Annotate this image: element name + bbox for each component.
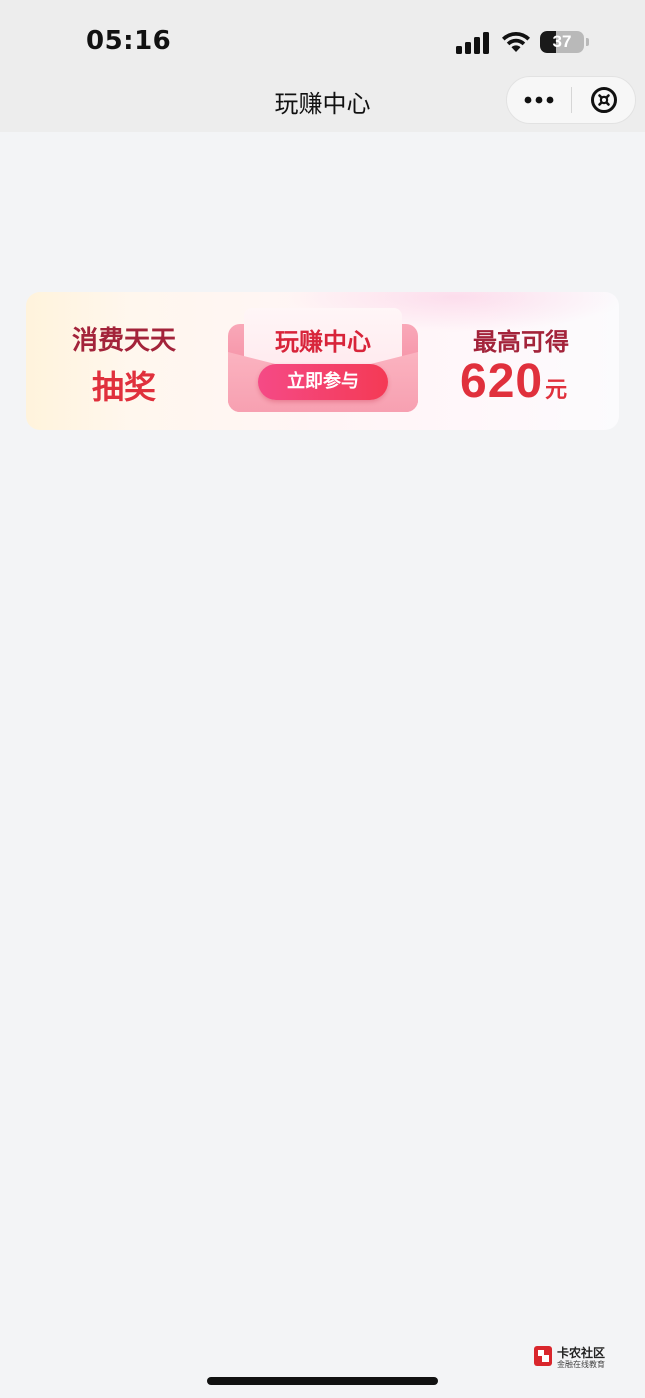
promo-banner[interactable]: 消费天天 抽奖 玩赚中心 立即参与 最高可得 620元	[26, 292, 619, 430]
battery-icon: 37	[540, 31, 590, 55]
battery-level-text: 37	[552, 32, 572, 51]
join-now-button[interactable]: 立即参与	[258, 364, 388, 400]
close-button[interactable]	[572, 77, 635, 123]
max-reward-label: 最高可得	[473, 328, 569, 356]
reward-amount-unit: 元	[545, 378, 568, 403]
watermark: 卡农社区 金融在线教育	[532, 1344, 612, 1370]
battery-cap	[586, 38, 589, 46]
envelope-title: 玩赚中心	[275, 328, 371, 356]
banner-right-reward: 最高可得 620元	[446, 292, 619, 430]
more-button[interactable]	[507, 77, 571, 123]
banner-slogan-line1: 消费天天	[71, 326, 176, 356]
banner-left-text: 消费天天 抽奖	[26, 292, 226, 430]
close-circle-icon	[590, 87, 617, 113]
status-bar: 05:16 37	[0, 0, 645, 78]
cellular-signal-icon	[456, 32, 489, 54]
reward-amount: 620元	[460, 354, 567, 409]
kanong-logo-icon	[534, 1346, 552, 1366]
envelope-card: 玩赚中心 立即参与	[228, 308, 418, 412]
mini-program-capsule	[506, 76, 636, 124]
wifi-icon	[502, 32, 530, 52]
banner-slogan-line2: 抽奖	[91, 368, 156, 406]
screen: 05:16 37 玩赚中心 消费天天 抽奖 玩赚中心 立即参与 最高可得 620…	[0, 0, 645, 1398]
more-dots-icon	[524, 96, 554, 104]
watermark-subtitle: 金融在线教育	[557, 1360, 605, 1369]
reward-amount-number: 620	[460, 355, 544, 408]
home-indicator	[207, 1377, 438, 1385]
status-time: 05:16	[86, 26, 172, 56]
battery-body: 37	[540, 31, 584, 53]
nav-bar: 玩赚中心	[0, 76, 645, 132]
